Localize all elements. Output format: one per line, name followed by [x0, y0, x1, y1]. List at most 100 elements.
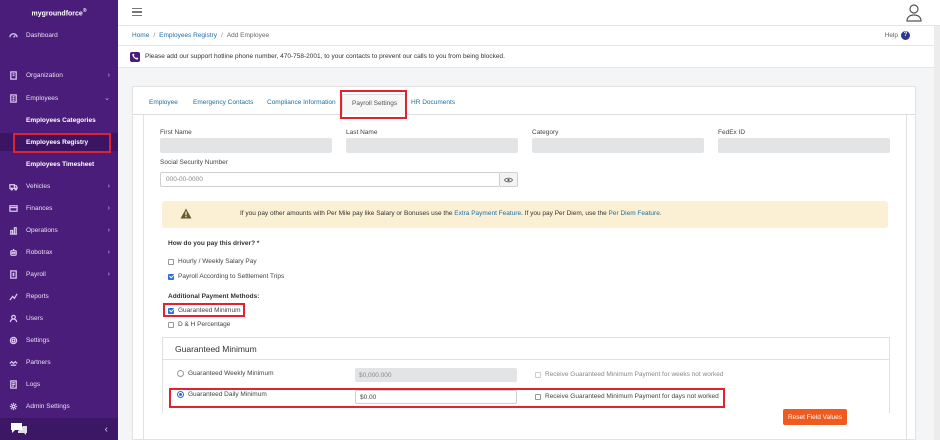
sidebar-item-label: Operations: [26, 226, 58, 234]
partners-icon: [8, 357, 18, 367]
radio[interactable]: [177, 370, 184, 377]
warning-text: If you pay other amounts with Per Mile p…: [240, 210, 662, 217]
breadcrumb-separator: /: [153, 32, 156, 39]
fedex-id-label: FedEx ID: [718, 129, 746, 136]
sidebar-footer: ‹: [0, 418, 118, 440]
per-diem-feature-link[interactable]: Per Diem Feature: [609, 210, 660, 217]
weekly-minimum-input[interactable]: $0,000.000: [355, 368, 517, 382]
additional-option-guaranteed-minimum[interactable]: Guaranteed Minimum: [168, 307, 241, 314]
users-icon: [8, 313, 18, 323]
chat-icon[interactable]: [10, 422, 28, 436]
show-ssn-button[interactable]: [500, 172, 518, 187]
sidebar-item-label: Robotrax: [26, 248, 53, 256]
sidebar-item-payroll[interactable]: Payroll ›: [0, 265, 118, 283]
pay-option-hourly[interactable]: Hourly / Weekly Salary Pay: [168, 258, 257, 265]
chevron-right-icon: ›: [107, 226, 110, 234]
first-name-field[interactable]: [160, 138, 332, 153]
category-field[interactable]: [532, 138, 704, 153]
pay-option-settlement-trips[interactable]: Payroll According to Settlement Trips: [168, 273, 284, 280]
checkbox[interactable]: [535, 393, 541, 400]
gear-icon: [8, 335, 18, 345]
breadcrumb-home-link[interactable]: Home: [132, 32, 149, 39]
truck-icon: [8, 181, 18, 191]
employee-form-card: Employee Emergency Contacts Compliance I…: [132, 86, 916, 440]
extra-payment-feature-link[interactable]: Extra Payment Feature: [454, 210, 521, 217]
tab-bar: Employee Emergency Contacts Compliance I…: [133, 87, 915, 115]
last-name-field[interactable]: [346, 138, 518, 153]
payroll-settings-panel: First Name Last Name Category FedEx ID S…: [143, 115, 907, 440]
sidebar-item-operations[interactable]: Operations ›: [0, 221, 118, 239]
sidebar-item-finances[interactable]: Finances ›: [0, 199, 118, 217]
checkbox-checked[interactable]: [168, 273, 174, 280]
sidebar-item-logs[interactable]: Logs: [0, 375, 118, 393]
sidebar-item-organization[interactable]: Organization ›: [0, 66, 118, 84]
checkbox[interactable]: [168, 321, 174, 328]
tab-hr-documents[interactable]: HR Documents: [411, 99, 455, 106]
ssn-placeholder: 000-00-0000: [166, 176, 203, 183]
sidebar-subitem-employees-categories[interactable]: Employees Categories: [0, 111, 118, 129]
receive-days-not-worked[interactable]: Receive Guaranteed Minimum Payment for d…: [535, 393, 719, 400]
radio-selected[interactable]: [177, 391, 184, 398]
hamburger-menu-icon[interactable]: [132, 8, 142, 16]
breadcrumb-employees-registry-link[interactable]: Employees Registry: [159, 32, 217, 39]
ssn-input[interactable]: 000-00-0000: [160, 172, 500, 187]
collapse-sidebar-icon[interactable]: ‹: [105, 424, 108, 435]
tab-emergency-contacts[interactable]: Emergency Contacts: [193, 99, 253, 106]
additional-payment-title: Additional Payment Methods:: [168, 293, 260, 300]
option-label: Guaranteed Minimum: [178, 307, 241, 314]
payment-warning-banner: If you pay other amounts with Per Mile p…: [162, 201, 888, 228]
sidebar-item-label: Admin Settings: [26, 402, 70, 410]
reports-icon: [8, 291, 18, 301]
warning-text-part: If you pay other amounts with Per Mile p…: [240, 210, 455, 217]
warning-text-part: .: [659, 210, 662, 217]
ssn-label: Social Security Number: [160, 159, 228, 166]
tab-compliance-information[interactable]: Compliance Information: [267, 99, 336, 106]
page-scrollbar[interactable]: [934, 26, 940, 440]
sidebar-subitem-employees-registry[interactable]: Employees Registry: [0, 133, 118, 151]
checkbox-checked[interactable]: [168, 307, 174, 314]
sidebar-item-admin-settings[interactable]: Admin Settings: [0, 397, 118, 415]
sidebar-item-dashboard[interactable]: Dashboard: [0, 26, 118, 44]
sidebar-item-label: Employees: [26, 94, 59, 102]
help-link[interactable]: Help ?: [885, 31, 910, 40]
option-label: Guaranteed Weekly Minimum: [188, 370, 274, 377]
weekly-minimum-radio[interactable]: Guaranteed Weekly Minimum: [177, 370, 274, 377]
employees-icon: [8, 93, 18, 103]
sidebar-item-reports[interactable]: Reports: [0, 287, 118, 305]
finance-icon: [8, 203, 18, 213]
help-label: Help: [884, 32, 898, 39]
sidebar-subitem-employees-timesheet[interactable]: Employees Timesheet: [0, 155, 118, 173]
checkbox[interactable]: [535, 371, 541, 378]
sidebar-item-label: Vehicles: [26, 182, 51, 190]
sidebar-item-label: Employees Categories: [26, 116, 96, 124]
dashboard-icon: [8, 30, 18, 40]
additional-option-dh-percentage[interactable]: D & H Percentage: [168, 321, 230, 328]
daily-minimum-input[interactable]: $0.00: [355, 390, 517, 404]
sidebar-item-vehicles[interactable]: Vehicles ›: [0, 177, 118, 195]
sidebar-item-label: Organization: [26, 71, 63, 79]
sidebar-item-users[interactable]: Users: [0, 309, 118, 327]
robot-icon: [8, 247, 18, 257]
chevron-right-icon: ›: [107, 248, 110, 256]
warning-text-part: . If you pay Per Diem, use the: [521, 210, 609, 217]
sidebar-item-settings[interactable]: Settings: [0, 331, 118, 349]
tab-payroll-settings[interactable]: Payroll Settings: [342, 94, 408, 115]
reset-field-values-button[interactable]: Reset Field Values: [783, 409, 847, 425]
brand-logo[interactable]: mygroundforce®: [0, 0, 118, 26]
sidebar-item-employees[interactable]: Employees ⌄: [0, 89, 118, 107]
checkbox[interactable]: [168, 258, 174, 265]
fedex-id-field[interactable]: [718, 138, 890, 153]
breadcrumb-current: Add Employee: [226, 32, 270, 39]
chevron-right-icon: ›: [107, 182, 110, 190]
sidebar-item-robotrax[interactable]: Robotrax ›: [0, 243, 118, 261]
receive-weeks-not-worked[interactable]: Receive Guaranteed Minimum Payment for w…: [535, 371, 723, 378]
sidebar-item-label: Employees Timesheet: [26, 160, 95, 168]
user-profile-icon[interactable]: [906, 4, 922, 22]
tab-employee[interactable]: Employee: [149, 99, 178, 106]
sidebar-item-label: Partners: [26, 358, 51, 366]
sidebar-item-partners[interactable]: Partners: [0, 353, 118, 371]
daily-minimum-radio[interactable]: Guaranteed Daily Minimum: [177, 391, 267, 398]
support-notice: Please add our support hotline phone num…: [118, 46, 940, 68]
chevron-down-icon: ⌄: [104, 95, 110, 102]
operations-icon: [8, 225, 18, 235]
